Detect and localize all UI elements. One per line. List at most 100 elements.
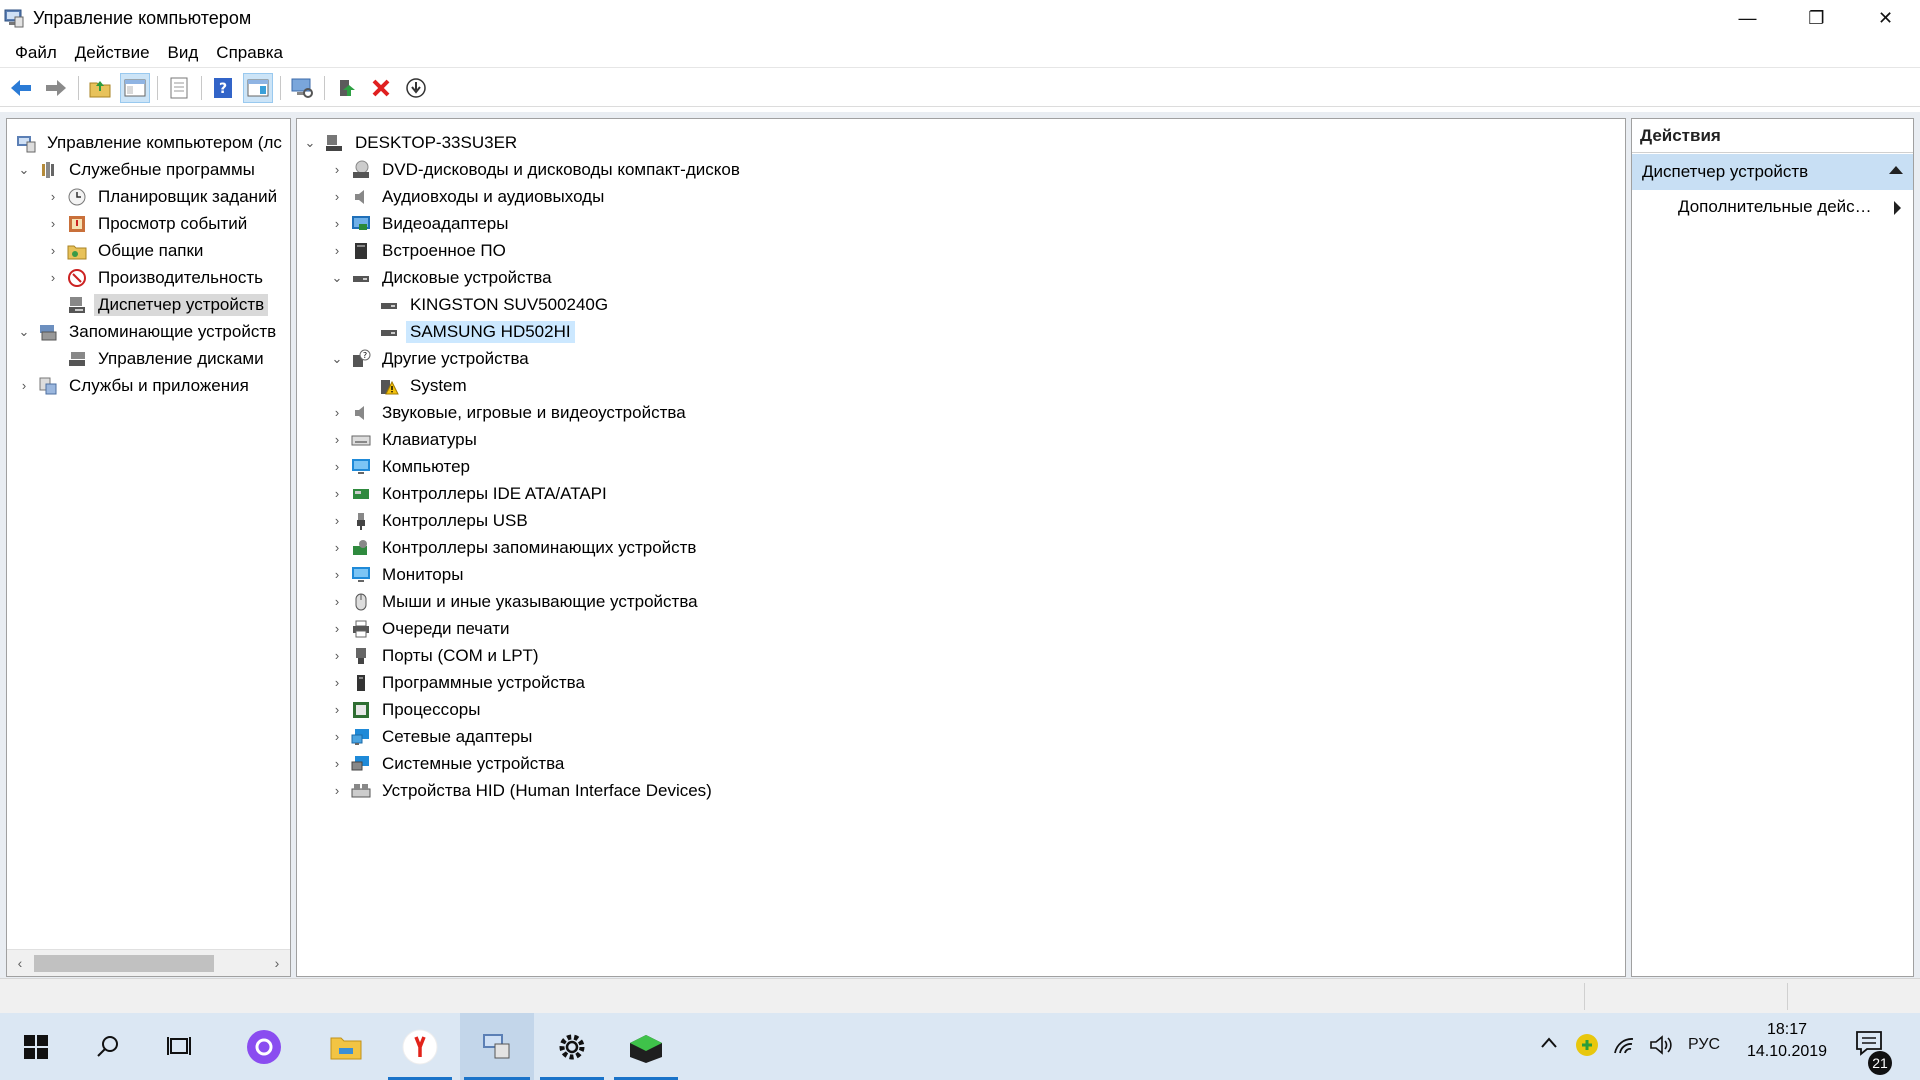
expand-chevron-icon[interactable]: › xyxy=(328,756,346,771)
expand-chevron-icon[interactable]: › xyxy=(328,675,346,690)
expand-chevron-icon[interactable]: › xyxy=(328,189,346,204)
more-actions-link[interactable]: Дополнительные дейс… xyxy=(1678,197,1872,217)
expand-chevron-icon[interactable]: › xyxy=(44,189,62,204)
device-category[interactable]: › Встроенное ПО xyxy=(328,237,510,264)
expand-chevron-icon[interactable]: › xyxy=(328,594,346,609)
device-category-other-devices[interactable]: ⌄ ? Другие устройства xyxy=(328,345,533,372)
device-category[interactable]: › Сетевые адаптеры xyxy=(328,723,536,750)
tree-item-disk-management[interactable]: Управление дисками xyxy=(62,345,268,372)
tree-item-system-tools[interactable]: ⌄ Служебные программы xyxy=(15,156,259,183)
expand-chevron-icon[interactable]: › xyxy=(328,540,346,555)
box-app-button[interactable] xyxy=(610,1013,682,1080)
expand-chevron-icon[interactable]: › xyxy=(44,270,62,285)
expand-chevron-icon[interactable]: › xyxy=(328,648,346,663)
uninstall-red-x-icon[interactable] xyxy=(366,73,396,103)
expand-chevron-icon[interactable]: › xyxy=(328,486,346,501)
disable-device-icon[interactable] xyxy=(401,73,431,103)
input-language-indicator[interactable]: РУС xyxy=(1688,1036,1720,1054)
tree-item-shared-folders[interactable]: › Общие папки xyxy=(44,237,207,264)
file-explorer-button[interactable] xyxy=(310,1013,382,1080)
scan-hardware-icon[interactable] xyxy=(287,73,317,103)
close-button[interactable]: ✕ xyxy=(1851,0,1920,36)
collapse-chevron-icon[interactable]: ⌄ xyxy=(328,270,346,286)
submenu-arrow-icon[interactable] xyxy=(1894,201,1901,215)
scrollbar-thumb[interactable] xyxy=(34,955,214,972)
start-button[interactable] xyxy=(0,1013,72,1080)
expand-chevron-icon[interactable]: › xyxy=(44,216,62,231)
device-item[interactable]: System xyxy=(374,372,471,399)
collapse-chevron-icon[interactable]: ⌄ xyxy=(328,351,346,367)
device-category[interactable]: › DVD-дисководы и дисководы компакт-диск… xyxy=(328,156,744,183)
back-arrow-icon[interactable] xyxy=(6,73,36,103)
settings-button[interactable] xyxy=(536,1013,608,1080)
device-category[interactable]: › Компьютер xyxy=(328,453,474,480)
clock[interactable]: 18:17 14.10.2019 xyxy=(1740,1021,1834,1061)
forward-arrow-icon[interactable] xyxy=(41,73,71,103)
expand-chevron-icon[interactable]: › xyxy=(328,405,346,420)
expand-chevron-icon[interactable]: › xyxy=(328,783,346,798)
tree-item-services-applications[interactable]: › Службы и приложения xyxy=(15,372,253,399)
tree-item-performance[interactable]: › Производительность xyxy=(44,264,267,291)
collapse-chevron-icon[interactable]: ⌄ xyxy=(15,324,33,340)
update-driver-icon[interactable] xyxy=(331,73,361,103)
device-category[interactable]: › Системные устройства xyxy=(328,750,568,777)
device-category[interactable]: › Видеоадаптеры xyxy=(328,210,512,237)
tree-item-device-manager[interactable]: Диспетчер устройств xyxy=(62,291,269,318)
device-category-disk-drives[interactable]: ⌄ Дисковые устройства xyxy=(328,264,556,291)
show-hidden-icons-chevron-icon[interactable] xyxy=(1540,1035,1558,1054)
device-item[interactable]: KINGSTON SUV500240G xyxy=(374,291,612,318)
menu-help[interactable]: Справка xyxy=(207,43,292,63)
menu-file[interactable]: Файл xyxy=(6,43,66,63)
actions-section-device-manager[interactable]: Диспетчер устройств xyxy=(1632,154,1913,190)
expand-chevron-icon[interactable]: › xyxy=(44,243,62,258)
computer-management-taskbar-button[interactable] xyxy=(460,1013,534,1080)
device-category[interactable]: › Контроллеры запоминающих устройств xyxy=(328,534,700,561)
wifi-icon[interactable] xyxy=(1612,1033,1636,1062)
device-item-selected[interactable]: SAMSUNG HD502HI xyxy=(374,318,575,345)
device-tree-root[interactable]: ⌄ DESKTOP-33SU3ER xyxy=(301,129,521,156)
show-hide-console-tree-icon[interactable] xyxy=(120,72,150,103)
device-category[interactable]: › Устройства HID (Human Interface Device… xyxy=(328,777,716,804)
device-category[interactable]: › Контроллеры IDE ATA/ATAPI xyxy=(328,480,611,507)
minimize-button[interactable]: — xyxy=(1713,0,1782,36)
device-category[interactable]: › Мыши и иные указывающие устройства xyxy=(328,588,702,615)
device-category[interactable]: › Очереди печати xyxy=(328,615,514,642)
alice-assistant-button[interactable] xyxy=(228,1013,300,1080)
restore-button[interactable]: ❐ xyxy=(1782,0,1851,36)
expand-chevron-icon[interactable]: › xyxy=(328,621,346,636)
tree-item-storage[interactable]: ⌄ Запоминающие устройств xyxy=(15,318,280,345)
expand-chevron-icon[interactable]: › xyxy=(328,432,346,447)
expand-chevron-icon[interactable]: › xyxy=(328,702,346,717)
show-action-pane-icon[interactable] xyxy=(243,72,273,103)
device-category[interactable]: › Клавиатуры xyxy=(328,426,481,453)
expand-chevron-icon[interactable]: › xyxy=(328,459,346,474)
help-icon[interactable]: ? xyxy=(208,73,238,103)
device-category[interactable]: › Аудиовходы и аудиовыходы xyxy=(328,183,608,210)
menu-view[interactable]: Вид xyxy=(159,43,208,63)
tray-app-icon[interactable] xyxy=(1575,1033,1599,1062)
scroll-right-icon[interactable]: › xyxy=(267,953,287,973)
expand-chevron-icon[interactable]: › xyxy=(328,243,346,258)
search-button[interactable] xyxy=(72,1013,144,1080)
yandex-browser-button[interactable] xyxy=(384,1013,456,1080)
device-category[interactable]: › Мониторы xyxy=(328,561,467,588)
tree-item-computer-management[interactable]: Управление компьютером (лс xyxy=(11,129,286,156)
expand-chevron-icon[interactable]: › xyxy=(328,162,346,177)
device-category[interactable]: › Контроллеры USB xyxy=(328,507,532,534)
device-category[interactable]: › Процессоры xyxy=(328,696,484,723)
tree-item-task-scheduler[interactable]: › Планировщик заданий xyxy=(44,183,281,210)
expand-chevron-icon[interactable]: › xyxy=(328,729,346,744)
up-folder-icon[interactable] xyxy=(85,73,115,103)
horizontal-scrollbar[interactable]: ‹ › xyxy=(7,949,290,976)
expand-chevron-icon[interactable]: › xyxy=(328,216,346,231)
collapse-chevron-icon[interactable]: ⌄ xyxy=(15,162,33,178)
collapse-triangle-icon[interactable] xyxy=(1889,166,1903,174)
volume-icon[interactable] xyxy=(1648,1033,1674,1062)
expand-chevron-icon[interactable]: › xyxy=(15,378,33,393)
menu-action[interactable]: Действие xyxy=(66,43,159,63)
scroll-left-icon[interactable]: ‹ xyxy=(10,953,30,973)
task-view-button[interactable] xyxy=(144,1013,216,1080)
expand-chevron-icon[interactable]: › xyxy=(328,567,346,582)
expand-chevron-icon[interactable]: › xyxy=(328,513,346,528)
device-category[interactable]: › Порты (COM и LPT) xyxy=(328,642,543,669)
